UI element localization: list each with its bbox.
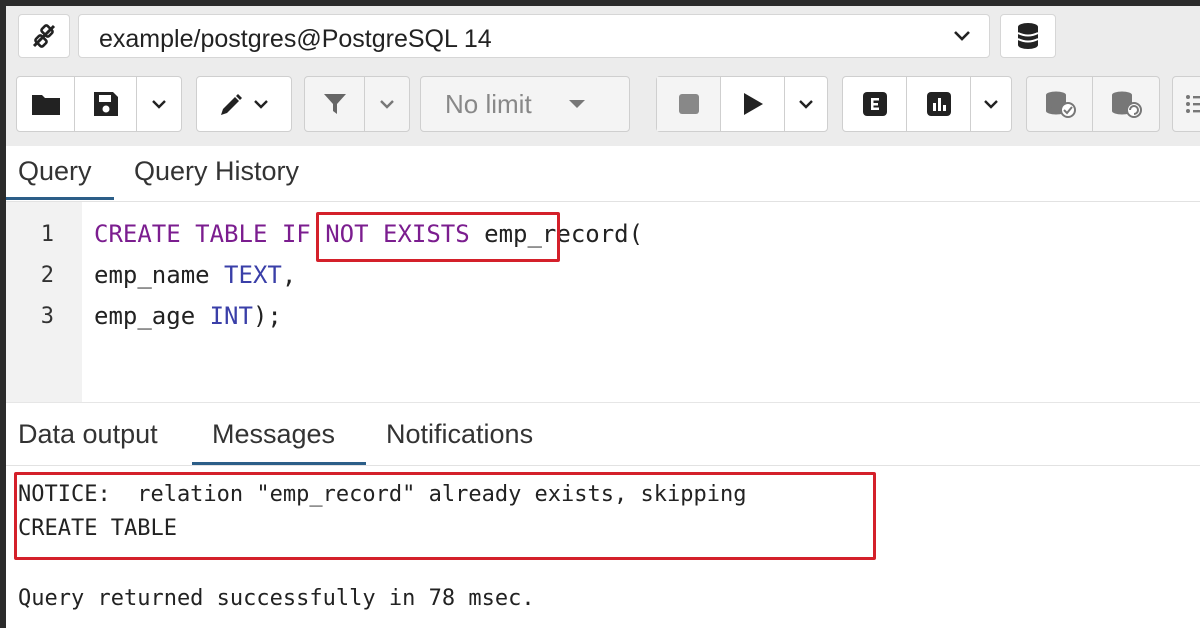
- transaction-group: [1026, 76, 1160, 132]
- type-token: INT: [209, 302, 253, 330]
- save-button[interactable]: [75, 77, 137, 131]
- messages-panel: NOTICE: relation "emp_record" already ex…: [6, 466, 1200, 628]
- line-number: 2: [40, 263, 54, 288]
- keyword-create-table: CREATE TABLE: [94, 220, 282, 248]
- editor-tabs: Query Query History: [6, 146, 1200, 202]
- output-tabs: Data output Messages Notifications: [6, 402, 1200, 466]
- chevron-down-icon: [984, 100, 998, 109]
- tab-query[interactable]: Query: [18, 156, 92, 187]
- commit-button[interactable]: [1027, 77, 1093, 131]
- execute-options-button[interactable]: [785, 77, 827, 131]
- filter-button[interactable]: [305, 77, 365, 131]
- plug-disconnect-icon[interactable]: [18, 14, 70, 58]
- macros-button[interactable]: [1173, 77, 1200, 131]
- save-options-button[interactable]: [137, 77, 181, 131]
- query-toolbar: No limit: [6, 66, 1200, 146]
- explain-group: [842, 76, 1012, 132]
- connection-label: example/postgres@PostgreSQL 14: [99, 25, 492, 53]
- code-line-1: CREATE TABLE IF NOT EXISTS emp_record(: [94, 220, 643, 248]
- query-tool-window: example/postgres@PostgreSQL 14 No limit …: [0, 0, 1200, 628]
- notice-message: NOTICE: relation "emp_record" already ex…: [18, 482, 747, 507]
- file-group: [16, 76, 182, 132]
- macros-group: [1172, 76, 1200, 132]
- execute-button[interactable]: [721, 77, 785, 131]
- edit-group: [196, 76, 292, 132]
- rollback-button[interactable]: [1093, 77, 1159, 131]
- filter-group: [304, 76, 410, 132]
- active-tab-indicator: [6, 197, 114, 200]
- caret-down-icon: [568, 100, 585, 108]
- code-line-2: emp_name TEXT,: [94, 261, 296, 289]
- limit-value: No limit: [445, 88, 532, 119]
- column-name-token: emp_age: [94, 302, 210, 330]
- connection-bar: example/postgres@PostgreSQL 14: [6, 6, 1200, 66]
- line-number: 1: [40, 222, 54, 247]
- commit-icon: [1045, 91, 1076, 118]
- tab-query-history[interactable]: Query History: [134, 156, 299, 187]
- query-status-message: Query returned successfully in 78 msec.: [18, 586, 535, 611]
- explain-analyze-button[interactable]: [907, 77, 971, 131]
- filter-options-button[interactable]: [365, 77, 409, 131]
- table-name-token: emp_record(: [469, 220, 644, 248]
- rollback-icon: [1112, 91, 1142, 118]
- chevron-down-icon: [953, 29, 971, 48]
- tab-messages[interactable]: Messages: [212, 419, 335, 450]
- limit-select-body: No limit: [421, 77, 629, 131]
- tab-data-output[interactable]: Data output: [18, 419, 158, 450]
- folder-icon: [31, 95, 60, 115]
- active-tab-indicator: [192, 462, 366, 465]
- explain-analyze-icon: [926, 92, 951, 116]
- chevron-down-icon: [380, 100, 394, 109]
- database-icon[interactable]: [1000, 14, 1056, 58]
- type-token: TEXT: [224, 261, 282, 289]
- explain-button[interactable]: [843, 77, 907, 131]
- code-line-3: emp_age INT);: [94, 302, 282, 330]
- explain-options-button[interactable]: [971, 77, 1011, 131]
- save-icon: [93, 92, 118, 116]
- line-number: 3: [40, 304, 54, 329]
- sql-editor[interactable]: 1 2 3 CREATE TABLE IF NOT EXISTS emp_rec…: [6, 202, 1200, 402]
- chevron-down-icon: [254, 100, 268, 109]
- chevron-down-icon: [799, 100, 813, 109]
- filter-icon: [323, 94, 346, 114]
- punctuation-token: ,: [281, 261, 297, 289]
- edit-icon: [221, 94, 242, 115]
- keyword-if-not-exists: IF NOT EXISTS: [281, 220, 470, 248]
- macros-icon: [1186, 95, 1200, 113]
- stop-icon: [678, 94, 699, 114]
- column-name-token: emp_name: [94, 261, 225, 289]
- execute-icon: [743, 93, 763, 115]
- line-number-gutter: 1 2 3: [6, 202, 82, 402]
- limit-select[interactable]: No limit: [420, 76, 630, 132]
- punctuation-token: );: [252, 302, 282, 330]
- stop-button[interactable]: [657, 77, 721, 131]
- open-file-button[interactable]: [17, 77, 75, 131]
- edit-button[interactable]: [197, 77, 291, 131]
- tab-notifications[interactable]: Notifications: [386, 419, 533, 450]
- execute-group: [656, 76, 828, 132]
- explain-icon: [862, 92, 887, 116]
- command-tag-message: CREATE TABLE: [18, 516, 177, 541]
- connection-select[interactable]: example/postgres@PostgreSQL 14: [78, 14, 990, 58]
- chevron-down-icon: [152, 100, 166, 109]
